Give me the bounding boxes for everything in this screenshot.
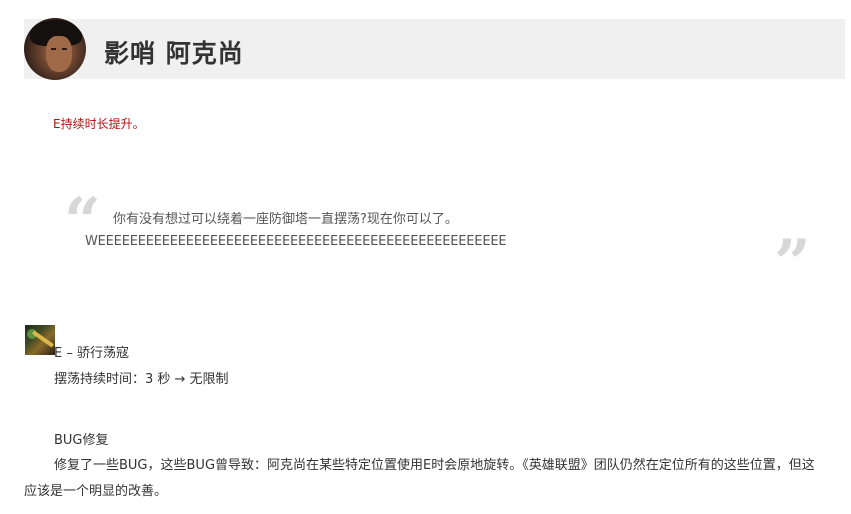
bugfix-text: 修复了一些BUG，这些BUG曾导致：阿克尚在某些特定位置使用E时会原地旋转。《英… (24, 458, 815, 499)
champion-name: 影哨 阿克尚 (104, 39, 244, 68)
avatar-eye (62, 48, 67, 50)
ability-icon-blade (32, 330, 54, 348)
avatar-face (46, 36, 72, 72)
ability-detail: 摆荡持续时间：3 秒 → 无限制 (54, 372, 229, 387)
quote-line-2: WEEEEEEEEEEEEEEEEEEEEEEEEEEEEEEEEEEEEEEE… (85, 234, 507, 249)
ability-title: E – 骄行荡寇 (54, 346, 129, 361)
quote-line-1: 你有没有想过可以绕着一座防御塔一直摆荡?现在你可以了。 (113, 212, 458, 227)
quote-close-icon: ” (774, 226, 811, 301)
avatar-eye (51, 48, 56, 50)
bugfix-heading: BUG修复 (54, 433, 109, 448)
change-note: E持续时长提升。 (53, 117, 145, 131)
ability-e-icon (25, 325, 55, 355)
champion-avatar (24, 18, 86, 80)
